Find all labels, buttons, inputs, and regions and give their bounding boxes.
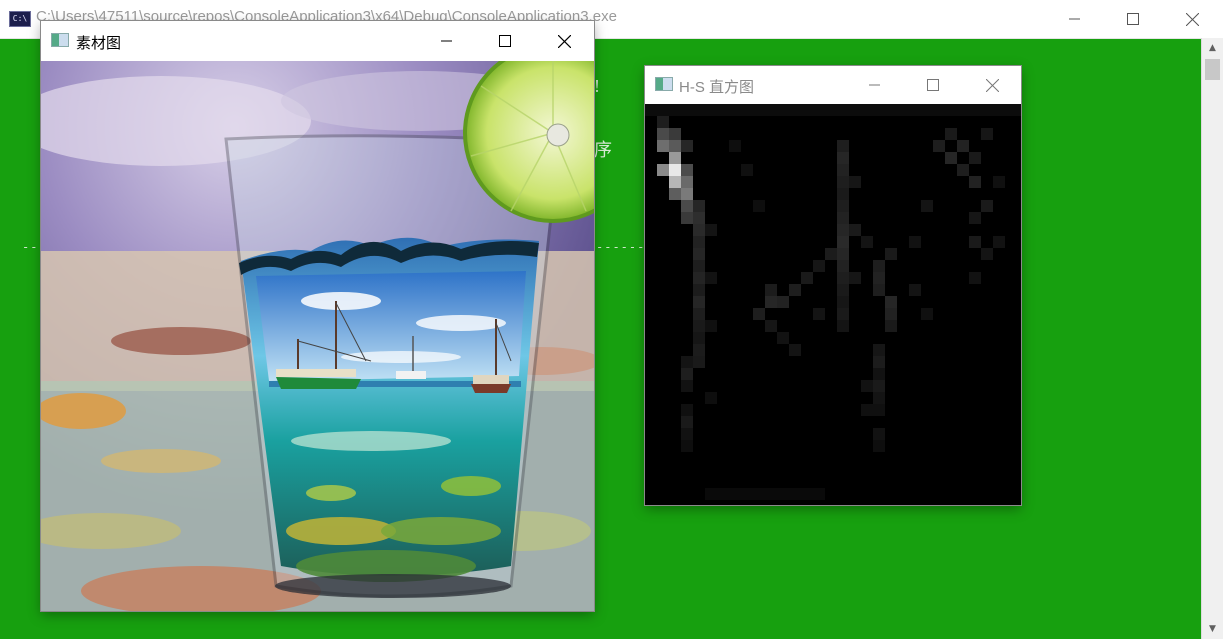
- histogram-close-button[interactable]: [963, 66, 1021, 104]
- close-icon: [985, 78, 999, 92]
- app-window-icon: [51, 33, 69, 47]
- console-text-fragment-1: !: [594, 76, 600, 96]
- minimize-icon: [869, 84, 880, 86]
- scroll-up-arrow-icon[interactable]: ▲: [1202, 38, 1223, 58]
- scroll-down-arrow-icon[interactable]: ▼: [1202, 619, 1223, 639]
- console-app-icon: C:\: [9, 11, 31, 27]
- console-minimize-button[interactable]: [1046, 0, 1104, 38]
- material-image: [41, 61, 594, 611]
- close-icon: [1185, 12, 1199, 26]
- maximize-icon: [499, 35, 511, 47]
- histogram-maximize-button[interactable]: [904, 66, 962, 104]
- material-image-window: 素材图: [41, 21, 594, 611]
- histogram-window-title: H-S 直方图: [679, 79, 755, 96]
- minimize-icon: [441, 40, 452, 42]
- app-window-icon: [655, 77, 673, 91]
- material-minimize-button[interactable]: [418, 21, 476, 61]
- histogram-minimize-button[interactable]: [846, 66, 904, 104]
- maximize-icon: [927, 79, 939, 91]
- console-dash-left: --: [22, 240, 39, 254]
- hs-histogram-cells: [645, 104, 1021, 505]
- material-maximize-button[interactable]: [476, 21, 534, 61]
- maximize-icon: [1127, 13, 1139, 25]
- console-text-fragment-2: 序: [594, 140, 612, 160]
- histogram-window-titlebar[interactable]: H-S 直方图: [645, 66, 1021, 104]
- console-maximize-button[interactable]: [1104, 0, 1162, 38]
- close-icon: [557, 34, 571, 48]
- histogram-window: H-S 直方图: [645, 66, 1021, 505]
- minimize-icon: [1069, 18, 1080, 20]
- console-close-button[interactable]: [1163, 0, 1221, 38]
- console-dash-right: ------: [596, 240, 646, 254]
- glass-scene-illustration: [41, 61, 594, 611]
- hs-histogram-image: [645, 104, 1021, 505]
- scroll-thumb[interactable]: [1205, 59, 1220, 80]
- console-scrollbar[interactable]: ▲ ▼: [1201, 38, 1223, 639]
- material-window-title: 素材图: [76, 35, 122, 52]
- material-close-button[interactable]: [535, 21, 593, 61]
- material-window-titlebar[interactable]: 素材图: [41, 21, 594, 61]
